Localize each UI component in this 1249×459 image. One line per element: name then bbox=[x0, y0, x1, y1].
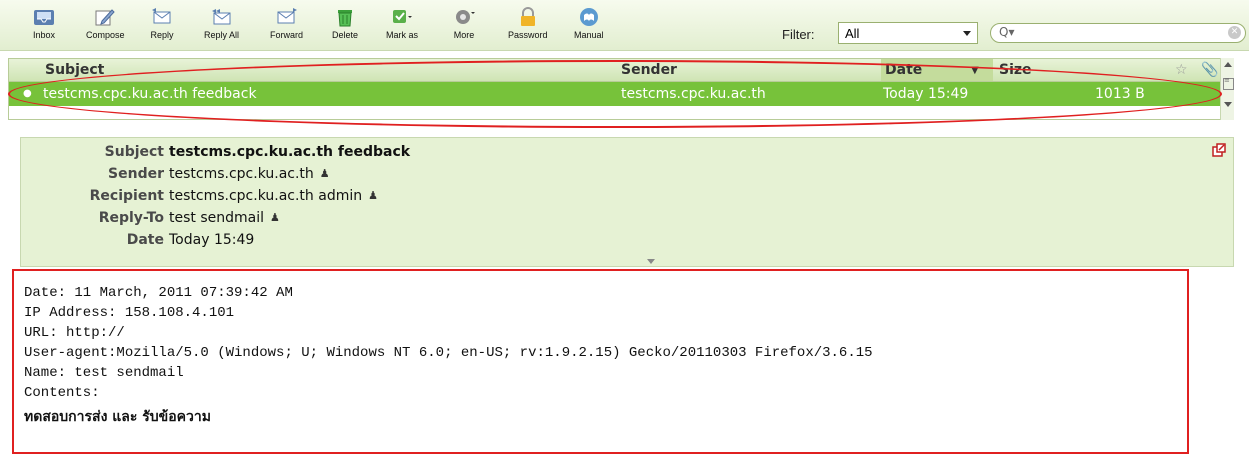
compose-button[interactable]: Compose bbox=[86, 6, 125, 46]
scroll-down-icon[interactable] bbox=[1224, 102, 1232, 107]
column-size[interactable]: Size bbox=[999, 62, 1032, 78]
person-icon[interactable]: ♟ bbox=[320, 167, 330, 180]
filter-label: Filter: bbox=[782, 27, 815, 42]
header-sender: Sender testcms.cpc.ku.ac.th ♟ bbox=[21, 163, 1233, 185]
sender-field: testcms.cpc.ku.ac.th ♟ bbox=[169, 166, 330, 182]
attachment-icon[interactable]: 📎 bbox=[1201, 62, 1218, 78]
reply-all-icon bbox=[210, 6, 234, 28]
subject-value: testcms.cpc.ku.ac.th feedback bbox=[169, 144, 411, 160]
row-date: Today 15:49 bbox=[883, 86, 969, 102]
person-icon[interactable]: ♟ bbox=[270, 211, 280, 224]
message-body: Date: 11 March, 2011 07:39:42 AM IP Addr… bbox=[12, 269, 1189, 454]
column-sender[interactable]: Sender bbox=[621, 62, 677, 78]
column-subject[interactable]: Subject bbox=[45, 62, 104, 78]
body-line-contents: Contents: bbox=[24, 385, 100, 401]
clear-search-icon[interactable]: ✕ bbox=[1228, 26, 1241, 39]
mark-as-button[interactable]: Mark as bbox=[386, 6, 418, 46]
recipient-field: testcms.cpc.ku.ac.th admin ♟ bbox=[169, 188, 378, 204]
row-subject[interactable]: testcms.cpc.ku.ac.th feedback bbox=[43, 86, 257, 102]
forward-button[interactable]: Forward bbox=[270, 6, 303, 46]
reply-to-field: test sendmail ♟ bbox=[169, 210, 280, 226]
mark-as-icon bbox=[390, 6, 414, 28]
more-label: More bbox=[453, 30, 475, 40]
toolbar: Inbox Compose Reply Reply All Forward De… bbox=[0, 0, 1249, 51]
message-list: Subject Sender Date ▼ Size ☆ 📎 ● testcms… bbox=[8, 58, 1230, 120]
reply-all-button[interactable]: Reply All bbox=[204, 6, 239, 46]
search-icon: Q▾ bbox=[999, 25, 1015, 39]
header-subject: Subject testcms.cpc.ku.ac.th feedback bbox=[21, 141, 1233, 163]
reply-label: Reply bbox=[150, 30, 174, 40]
password-label: Password bbox=[508, 30, 548, 40]
reply-to-label: Reply-To bbox=[98, 210, 164, 226]
body-line-user-agent: User-agent:Mozilla/5.0 (Windows; U; Wind… bbox=[24, 345, 873, 361]
delete-icon bbox=[333, 6, 357, 28]
inbox-icon bbox=[32, 6, 56, 28]
compose-label: Compose bbox=[86, 30, 125, 40]
forward-icon bbox=[275, 6, 299, 28]
reply-to-value[interactable]: test sendmail bbox=[169, 210, 264, 226]
chevron-down-icon bbox=[963, 31, 971, 36]
sort-desc-icon[interactable]: ▼ bbox=[971, 65, 979, 76]
message-list-header: Subject Sender Date ▼ Size ☆ 📎 bbox=[9, 59, 1229, 82]
search-input[interactable]: Q▾ ✕ bbox=[990, 23, 1246, 43]
password-icon bbox=[516, 6, 540, 28]
scroll-up-icon[interactable] bbox=[1224, 62, 1232, 67]
manual-label: Manual bbox=[574, 30, 604, 40]
row-size: 1013 B bbox=[1095, 86, 1145, 102]
delete-button[interactable]: Delete bbox=[332, 6, 358, 46]
filter-select[interactable]: All bbox=[838, 22, 978, 44]
body-line-ip: IP Address: 158.108.4.101 bbox=[24, 305, 235, 321]
column-options-icon[interactable]: ≡ bbox=[1223, 77, 1234, 90]
sender-value[interactable]: testcms.cpc.ku.ac.th bbox=[169, 166, 314, 182]
body-line-date: Date: 11 March, 2011 07:39:42 AM bbox=[24, 285, 293, 301]
row-sender: testcms.cpc.ku.ac.th bbox=[621, 86, 766, 102]
person-icon[interactable]: ♟ bbox=[368, 189, 378, 202]
inbox-button[interactable]: Inbox bbox=[32, 6, 56, 46]
recipient-value[interactable]: testcms.cpc.ku.ac.th admin bbox=[169, 188, 362, 204]
delete-label: Delete bbox=[332, 30, 359, 40]
message-headers: Subject testcms.cpc.ku.ac.th feedback Se… bbox=[20, 137, 1234, 267]
subject-label: Subject bbox=[104, 144, 164, 160]
password-button[interactable]: Password bbox=[508, 6, 548, 46]
column-date[interactable]: Date bbox=[885, 62, 922, 78]
header-recipient: Recipient testcms.cpc.ku.ac.th admin ♟ bbox=[21, 185, 1233, 207]
sender-label: Sender bbox=[108, 166, 164, 182]
reply-all-label: Reply All bbox=[204, 30, 240, 40]
open-in-window-icon[interactable] bbox=[1212, 142, 1226, 157]
list-item bbox=[9, 107, 1229, 119]
manual-icon bbox=[577, 6, 601, 28]
more-button[interactable]: More bbox=[452, 6, 476, 46]
body-line-name: Name: test sendmail bbox=[24, 365, 184, 381]
forward-label: Forward bbox=[270, 30, 304, 40]
reply-icon bbox=[150, 6, 174, 28]
inbox-label: Inbox bbox=[32, 30, 56, 40]
compose-icon bbox=[93, 6, 117, 28]
manual-button[interactable]: Manual bbox=[574, 6, 604, 46]
recipient-label: Recipient bbox=[89, 188, 164, 204]
collapse-headers-icon[interactable] bbox=[647, 259, 655, 264]
more-icon bbox=[452, 6, 476, 28]
mark-as-label: Mark as bbox=[386, 30, 419, 40]
filter-value: All bbox=[845, 25, 860, 41]
reply-button[interactable]: Reply bbox=[150, 6, 174, 46]
unread-dot-icon: ● bbox=[23, 88, 32, 99]
list-scrollbar[interactable]: ≡ bbox=[1220, 58, 1234, 120]
date-label: Date bbox=[126, 232, 164, 248]
header-reply-to: Reply-To test sendmail ♟ bbox=[21, 207, 1233, 229]
date-value: Today 15:49 bbox=[169, 232, 255, 248]
header-date: Date Today 15:49 bbox=[21, 229, 1233, 251]
body-contents-text: ทดสอบการส่ง และ รับข้อความ bbox=[24, 409, 211, 425]
flag-star-icon[interactable]: ☆ bbox=[1175, 62, 1188, 78]
table-row[interactable]: ● testcms.cpc.ku.ac.th feedback testcms.… bbox=[9, 82, 1229, 106]
body-line-url: URL: http:// bbox=[24, 325, 125, 341]
